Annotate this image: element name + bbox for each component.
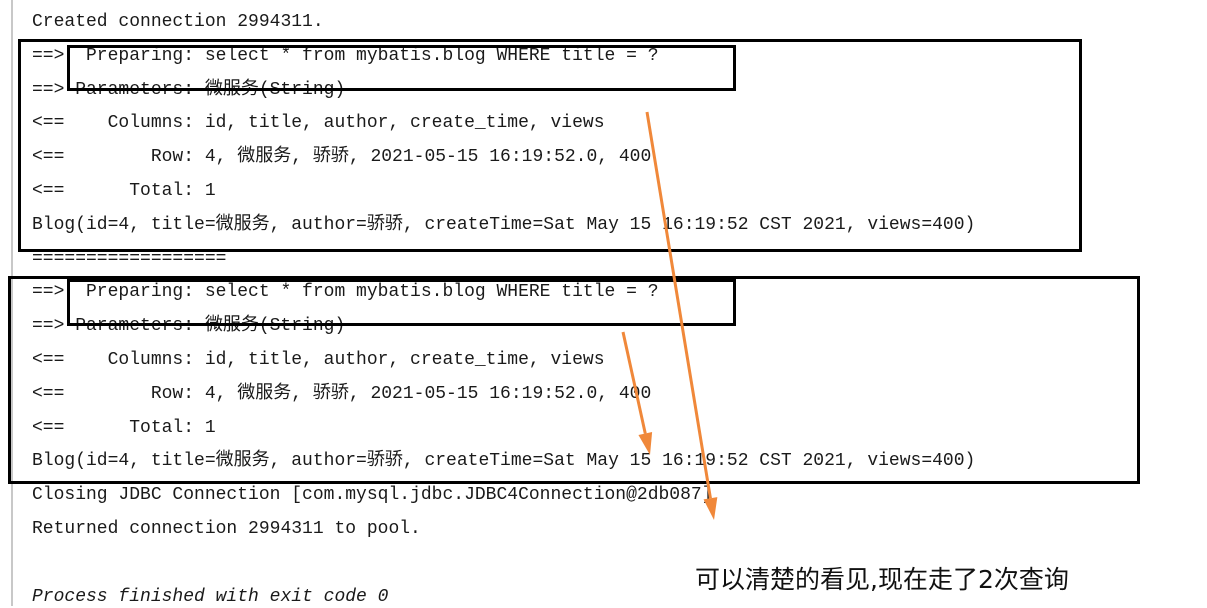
arrow-shaft [621, 331, 647, 434]
arrow-head [638, 432, 653, 455]
annotation-note: 可以清楚的看见,现在走了2次查询 [695, 565, 1069, 594]
arrow-shaft [645, 111, 712, 499]
annotation-arrows [621, 111, 718, 520]
arrow-head [703, 497, 718, 520]
